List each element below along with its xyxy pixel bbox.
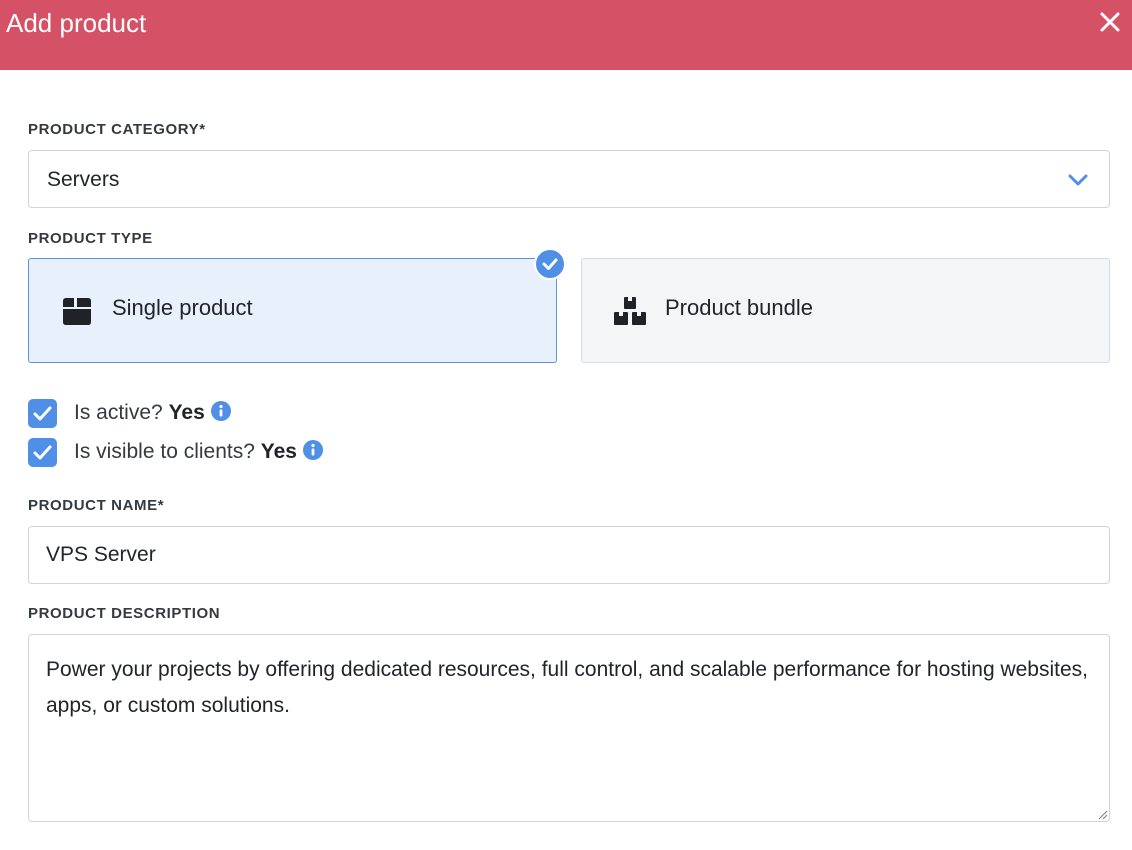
product-type-single-label: Single product [112, 295, 253, 320]
category-select[interactable]: Servers [28, 150, 1110, 208]
is-active-label-text: Is active? [74, 401, 163, 424]
product-description-textarea[interactable]: Power your projects by offering dedicate… [28, 634, 1110, 822]
boxes-icon [614, 297, 646, 325]
modal-header: Add product [0, 0, 1132, 70]
category-label: PRODUCT CATEGORY* [28, 121, 206, 138]
box-icon [63, 298, 91, 325]
product-name-label: PRODUCT NAME* [28, 497, 165, 514]
selected-check-icon [534, 248, 566, 280]
close-icon[interactable] [1096, 8, 1124, 36]
category-selected-value: Servers [47, 168, 120, 191]
product-name-input[interactable] [28, 526, 1110, 584]
is-visible-checkbox[interactable] [28, 438, 57, 467]
is-visible-value: Yes [260, 440, 297, 463]
product-type-bundle[interactable]: Product bundle [581, 258, 1110, 363]
product-type-single[interactable]: Single product [28, 258, 557, 363]
info-icon[interactable] [302, 440, 323, 460]
is-visible-label-text: Is visible to clients? [74, 440, 255, 463]
info-icon[interactable] [210, 401, 231, 421]
product-type-label: PRODUCT TYPE [28, 230, 153, 247]
is-active-label: Is active? Yes [74, 401, 231, 425]
modal-title: Add product [6, 8, 147, 38]
product-type-bundle-label: Product bundle [665, 295, 813, 320]
chevron-down-icon [1068, 174, 1088, 186]
is-active-checkbox[interactable] [28, 399, 57, 428]
is-visible-label: Is visible to clients? Yes [74, 440, 323, 464]
product-description-label: PRODUCT DESCRIPTION [28, 605, 221, 622]
resize-grip-icon[interactable] [1096, 808, 1108, 820]
is-active-value: Yes [168, 401, 205, 424]
